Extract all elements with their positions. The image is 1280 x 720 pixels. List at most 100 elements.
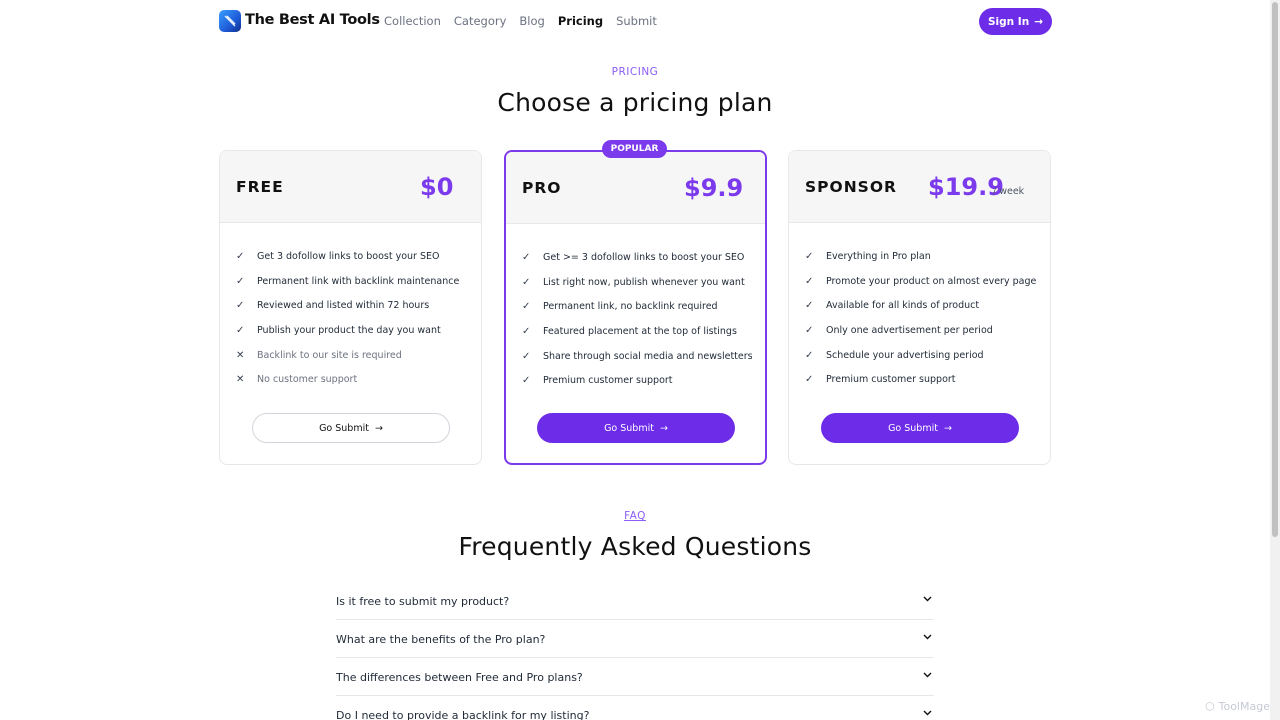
feature-text: Schedule your advertising period: [826, 349, 984, 361]
main-nav: Collection Category Blog Pricing Submit: [384, 14, 657, 28]
feature-text: Available for all kinds of product: [826, 300, 980, 312]
chevron-down-icon: [923, 710, 932, 716]
feature-text: Reviewed and listed within 72 hours: [257, 300, 430, 312]
check-icon: ✓: [522, 251, 531, 263]
feature-list: ✓ Get 3 dofollow links to boost your SEO …: [236, 244, 459, 392]
faq-item[interactable]: The differences between Free and Pro pla…: [336, 658, 934, 696]
brand-name[interactable]: The Best AI Tools: [245, 12, 380, 28]
faq-eyebrow[interactable]: FAQ: [0, 510, 1270, 522]
feature-item: ✓ Permanent link with backlink maintenanc…: [236, 269, 459, 294]
plan-header: FREE $0: [220, 151, 481, 223]
watermark: ⬡ ToolMage: [1205, 700, 1270, 713]
button-label: Go Submit: [604, 422, 654, 434]
faq-item[interactable]: Is it free to submit my product?: [336, 582, 934, 620]
feature-text: Get 3 dofollow links to boost your SEO: [257, 250, 440, 262]
plan-name: FREE: [236, 178, 284, 196]
feature-text: List right now, publish whenever you wan…: [543, 276, 745, 288]
feature-item: ✕ Backlink to our site is required: [236, 343, 459, 368]
arrow-right-icon: →: [374, 422, 383, 434]
plan-price: $0: [420, 173, 454, 201]
chevron-down-icon: [923, 634, 932, 640]
plan-period: / week: [993, 186, 1025, 197]
faq-question: What are the benefits of the Pro plan?: [336, 633, 546, 646]
feature-item: ✓ Premium customer support: [522, 368, 753, 393]
faq-item[interactable]: Do I need to provide a backlink for my l…: [336, 696, 934, 720]
feature-text: Only one advertisement per period: [826, 324, 993, 336]
feature-item: ✓ Promote your product on almost every pa…: [805, 269, 1036, 294]
scrollbar-thumb[interactable]: [1272, 2, 1278, 537]
feature-text: Everything in Pro plan: [826, 250, 931, 262]
check-icon: ✓: [805, 275, 814, 287]
plan-header: SPONSOR $19.9 / week: [789, 151, 1050, 223]
check-icon: ✓: [522, 350, 531, 362]
check-icon: ✓: [522, 301, 531, 313]
feature-text: Premium customer support: [543, 375, 673, 387]
check-icon: ✓: [522, 276, 531, 288]
feature-text: Share through social media and newslette…: [543, 350, 753, 362]
feature-item: ✕ No customer support: [236, 367, 459, 392]
arrow-right-icon: →: [943, 422, 952, 434]
feature-item: ✓ Only one advertisement per period: [805, 318, 1036, 343]
feature-item: ✓ Featured placement at the top of listin…: [522, 319, 753, 344]
plan-name: SPONSOR: [805, 178, 897, 196]
faq-item[interactable]: What are the benefits of the Pro plan?: [336, 620, 934, 658]
plan-card-free: FREE $0 ✓ Get 3 dofollow links to boost y…: [219, 150, 482, 465]
feature-text: No customer support: [257, 374, 358, 386]
arrow-right-icon: →: [1034, 15, 1043, 28]
nav-pricing[interactable]: Pricing: [558, 14, 603, 28]
page-scrollbar[interactable]: [1270, 0, 1280, 720]
plan-name: PRO: [522, 179, 562, 197]
feature-item: ✓ Everything in Pro plan: [805, 244, 1036, 269]
faq-question: Is it free to submit my product?: [336, 595, 510, 608]
check-icon: ✓: [522, 325, 531, 337]
nav-collection[interactable]: Collection: [384, 14, 441, 28]
nav-submit[interactable]: Submit: [616, 14, 657, 28]
nav-blog[interactable]: Blog: [519, 14, 544, 28]
sign-in-button[interactable]: Sign In →: [979, 8, 1052, 35]
check-icon: ✓: [805, 250, 814, 262]
feature-text: Promote your product on almost every pag…: [826, 275, 1037, 287]
nav-category[interactable]: Category: [454, 14, 507, 28]
plan-card-sponsor: SPONSOR $19.9 / week ✓ Everything in Pro …: [788, 150, 1051, 465]
popular-badge: POPULAR: [602, 140, 667, 158]
feature-item: ✓ Reviewed and listed within 72 hours: [236, 293, 459, 318]
feature-text: Permanent link with backlink maintenance: [257, 275, 460, 287]
faq-title: Frequently Asked Questions: [458, 532, 812, 561]
go-submit-button-pro[interactable]: Go Submit →: [537, 413, 735, 443]
site-header: The Best AI Tools Collection Category Bl…: [219, 0, 1052, 42]
feature-text: Publish your product the day you want: [257, 324, 441, 336]
feature-item: ✓ Permanent link, no backlink required: [522, 294, 753, 319]
faq-question: Do I need to provide a backlink for my l…: [336, 709, 590, 720]
watermark-logo-icon: ⬡: [1205, 700, 1215, 713]
feature-item: ✓ Available for all kinds of product: [805, 293, 1036, 318]
feature-text: Featured placement at the top of listing…: [543, 325, 737, 337]
arrow-right-icon: →: [659, 422, 668, 434]
feature-list: ✓ Get >= 3 dofollow links to boost your S…: [522, 245, 753, 393]
feature-item: ✓ Get 3 dofollow links to boost your SEO: [236, 244, 459, 269]
feature-item: ✓ Publish your product the day you want: [236, 318, 459, 343]
pricing-eyebrow: PRICING: [611, 66, 659, 78]
plan-card-pro: PRO $9.9 ✓ Get >= 3 dofollow links to boo…: [504, 150, 767, 465]
chevron-down-icon: [923, 596, 932, 602]
feature-text: Get >= 3 dofollow links to boost your SE…: [543, 251, 745, 263]
logo-icon[interactable]: [219, 10, 241, 32]
cross-icon: ✕: [236, 374, 245, 386]
check-icon: ✓: [236, 250, 245, 262]
feature-list: ✓ Everything in Pro plan ✓ Promote your pr…: [805, 244, 1036, 392]
go-submit-button-sponsor[interactable]: Go Submit →: [821, 413, 1019, 443]
chevron-down-icon: [923, 672, 932, 678]
plan-price: $9.9: [684, 174, 744, 202]
plan-header: PRO $9.9: [506, 152, 765, 224]
feature-item: ✓ Premium customer support: [805, 367, 1036, 392]
feature-item: ✓ Share through social media and newslett…: [522, 344, 753, 369]
check-icon: ✓: [522, 375, 531, 387]
check-icon: ✓: [805, 349, 814, 361]
button-label: Go Submit: [319, 422, 369, 434]
check-icon: ✓: [236, 300, 245, 312]
faq-list: Is it free to submit my product? What ar…: [336, 582, 934, 720]
feature-text: Permanent link, no backlink required: [543, 301, 718, 313]
go-submit-button-free[interactable]: Go Submit →: [252, 413, 450, 443]
feature-text: Premium customer support: [826, 374, 956, 386]
check-icon: ✓: [236, 275, 245, 287]
check-icon: ✓: [236, 324, 245, 336]
